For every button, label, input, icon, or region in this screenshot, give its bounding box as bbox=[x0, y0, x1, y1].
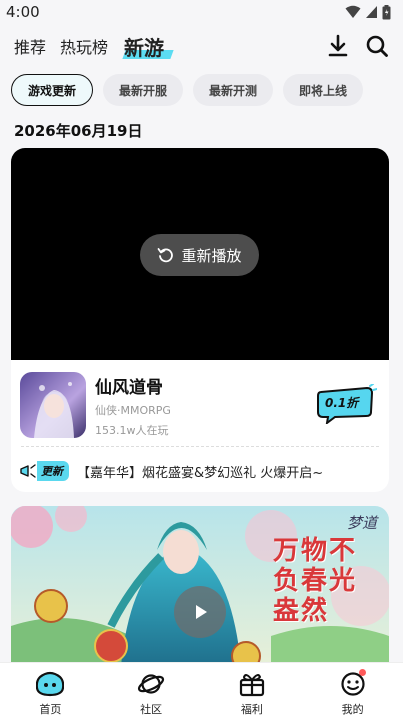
game-genre: 仙侠·MMORPG bbox=[95, 404, 171, 417]
bottom-nav-home-label: 首页 bbox=[39, 703, 62, 716]
game-info[interactable]: 仙风道骨 仙侠·MMORPG 153.1w人在玩 0.1折 bbox=[11, 360, 389, 446]
download-icon[interactable] bbox=[327, 34, 349, 58]
nav-actions bbox=[327, 34, 389, 58]
play-icon bbox=[196, 605, 207, 619]
top-nav: 推荐 热玩榜 新游 bbox=[0, 26, 403, 66]
game-player-count: 153.1w人在玩 bbox=[95, 424, 169, 437]
chip-coming-soon[interactable]: 即将上线 bbox=[283, 74, 364, 106]
discount-label: 0.1折 bbox=[325, 396, 359, 410]
home-icon bbox=[36, 671, 65, 697]
bottom-nav: 首页 社区 福利 我的 bbox=[0, 662, 403, 722]
planet-icon bbox=[138, 674, 165, 694]
banner-headline: 万物不负春光盎然 bbox=[273, 536, 358, 626]
play-button[interactable] bbox=[174, 586, 226, 638]
bottom-nav-welfare[interactable]: 福利 bbox=[202, 663, 303, 722]
update-row[interactable]: 更新 【嘉年华】烟花盛宴&梦幻巡礼 火爆开启~ bbox=[11, 454, 389, 488]
divider bbox=[21, 446, 379, 447]
bottom-nav-profile-label: 我的 bbox=[341, 703, 364, 716]
bottom-nav-home[interactable]: 首页 bbox=[0, 663, 101, 722]
status-icons bbox=[345, 4, 391, 20]
replay-icon bbox=[158, 248, 174, 263]
bottom-nav-community[interactable]: 社区 bbox=[101, 663, 202, 722]
discount-badge[interactable]: 0.1折 bbox=[315, 383, 378, 426]
battery-icon bbox=[382, 4, 391, 19]
bottom-nav-community-label: 社区 bbox=[140, 703, 163, 716]
game-card[interactable]: 重新播放 仙风道骨 仙侠·MMORPG 153.1w人在玩 0.1折 更新 【嘉… bbox=[11, 148, 389, 492]
wifi-icon bbox=[345, 5, 361, 18]
search-icon[interactable] bbox=[365, 34, 389, 58]
update-tag: 更新 bbox=[37, 461, 69, 481]
tab-recommend[interactable]: 推荐 bbox=[14, 34, 46, 58]
megaphone-icon bbox=[20, 464, 36, 478]
status-time: 4:00 bbox=[6, 3, 40, 21]
date-heading: 2026年06月19日 bbox=[14, 122, 143, 140]
banner-card[interactable]: 梦道 万物不负春光盎然 bbox=[11, 506, 389, 666]
game-icon[interactable] bbox=[20, 372, 86, 438]
bottom-nav-welfare-label: 福利 bbox=[240, 703, 263, 716]
tab-new-games-label: 新游 bbox=[124, 35, 165, 60]
game-name[interactable]: 仙风道骨 bbox=[95, 373, 163, 398]
bottom-nav-profile[interactable]: 我的 bbox=[302, 663, 403, 722]
status-bar: 4:00 bbox=[0, 0, 403, 24]
chip-new-tests[interactable]: 最新开测 bbox=[193, 74, 274, 106]
game-icon-art bbox=[20, 372, 86, 438]
gift-icon bbox=[239, 674, 264, 697]
update-text: 【嘉年华】烟花盛宴&梦幻巡礼 火爆开启~ bbox=[77, 465, 324, 481]
chip-new-servers[interactable]: 最新开服 bbox=[103, 74, 184, 106]
tab-hot-ranking[interactable]: 热玩榜 bbox=[60, 34, 108, 58]
signal-icon bbox=[366, 6, 377, 18]
chip-game-updates[interactable]: 游戏更新 bbox=[11, 74, 94, 106]
filter-chips: 游戏更新 最新开服 最新开测 即将上线 bbox=[11, 74, 364, 106]
replay-button[interactable]: 重新播放 bbox=[140, 234, 259, 276]
video-player[interactable]: 重新播放 bbox=[11, 148, 389, 360]
tab-new-games[interactable]: 新游 bbox=[122, 32, 166, 61]
banner-logo: 梦道 bbox=[346, 514, 377, 532]
update-badge: 更新 bbox=[19, 461, 69, 481]
replay-label: 重新播放 bbox=[181, 246, 242, 265]
